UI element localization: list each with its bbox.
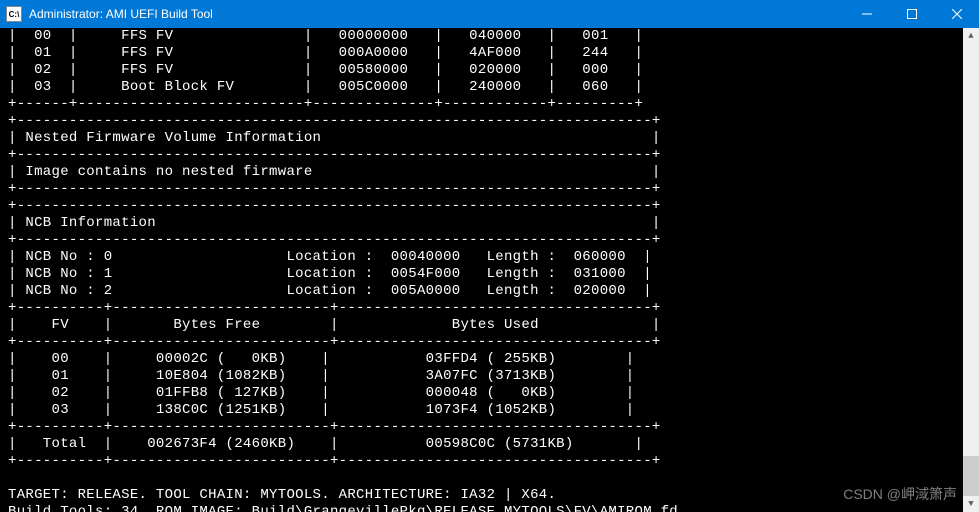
maximize-button[interactable] [889,0,934,28]
scroll-up-icon[interactable]: ▲ [963,28,979,44]
window-controls [844,0,979,28]
app-icon: C:\ [6,6,22,22]
console-text: | 00 | FFS FV | 00000000 | 040000 | 001 … [8,28,687,512]
close-button[interactable] [934,0,979,28]
vertical-scrollbar[interactable]: ▲ ▼ [963,28,979,512]
window-titlebar[interactable]: C:\ Administrator: AMI UEFI Build Tool [0,0,979,28]
minimize-button[interactable] [844,0,889,28]
console-output: | 00 | FFS FV | 00000000 | 040000 | 001 … [0,28,979,512]
scroll-thumb[interactable] [963,456,979,496]
scroll-down-icon[interactable]: ▼ [963,496,979,512]
window-title: Administrator: AMI UEFI Build Tool [29,7,844,21]
